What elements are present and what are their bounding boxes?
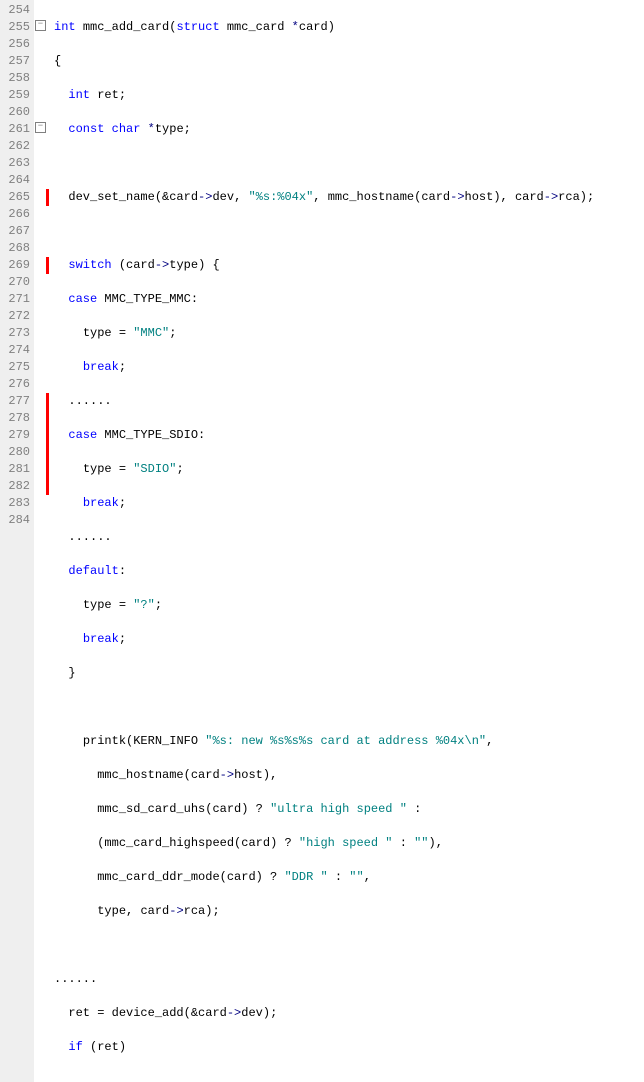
line-number: 259 (2, 87, 30, 104)
code-line (54, 699, 594, 716)
code-line: type = "SDIO"; (54, 461, 594, 478)
code-line: mmc_sd_card_uhs(card) ? "ultra high spee… (54, 801, 594, 818)
fold-toggle-icon[interactable]: − (35, 20, 46, 31)
code-line: break; (54, 359, 594, 376)
code-line: type, card->rca); (54, 903, 594, 920)
code-line: ...... (54, 393, 594, 410)
change-marker (46, 427, 49, 444)
code-line: break; (54, 631, 594, 648)
code-line: mmc_card_ddr_mode(card) ? "DDR " : "", (54, 869, 594, 886)
line-number: 279 (2, 427, 30, 444)
line-number: 271 (2, 291, 30, 308)
line-number: 261 (2, 121, 30, 138)
line-number: 266 (2, 206, 30, 223)
line-number: 258 (2, 70, 30, 87)
code-line: case MMC_TYPE_MMC: (54, 291, 594, 308)
line-number: 280 (2, 444, 30, 461)
code-line (54, 155, 594, 172)
code-line: const char *type; (54, 121, 594, 138)
change-marker (46, 410, 49, 427)
code-editor: 254 255 256 257 258 259 260 261 262 263 … (0, 0, 644, 1082)
code-line (54, 937, 594, 954)
change-marker (46, 393, 49, 410)
code-line: case MMC_TYPE_SDIO: (54, 427, 594, 444)
line-number: 273 (2, 325, 30, 342)
line-number: 256 (2, 36, 30, 53)
code-line: type = "MMC"; (54, 325, 594, 342)
line-number: 278 (2, 410, 30, 427)
line-number: 254 (2, 2, 30, 19)
change-marker (46, 444, 49, 461)
code-line: int mmc_add_card(struct mmc_card *card) (54, 19, 594, 36)
line-number: 272 (2, 308, 30, 325)
line-number: 281 (2, 461, 30, 478)
line-number: 275 (2, 359, 30, 376)
line-number: 260 (2, 104, 30, 121)
line-number: 268 (2, 240, 30, 257)
line-number: 257 (2, 53, 30, 70)
change-marker (46, 257, 49, 274)
change-marker (46, 478, 49, 495)
code-line: default: (54, 563, 594, 580)
line-number: 255 (2, 19, 30, 36)
code-line: int ret; (54, 87, 594, 104)
line-number: 270 (2, 274, 30, 291)
code-line: printk(KERN_INFO "%s: new %s%s%s card at… (54, 733, 594, 750)
change-marker (46, 189, 49, 206)
fold-toggle-icon[interactable]: − (35, 122, 46, 133)
change-marker-column (46, 0, 50, 1082)
code-line: dev_set_name(&card->dev, "%s:%04x", mmc_… (54, 189, 594, 206)
code-line: ret = device_add(&card->dev); (54, 1005, 594, 1022)
line-number: 264 (2, 172, 30, 189)
line-number: 284 (2, 512, 30, 529)
line-number: 274 (2, 342, 30, 359)
code-line (54, 223, 594, 240)
line-number: 263 (2, 155, 30, 172)
line-number: 282 (2, 478, 30, 495)
line-number: 262 (2, 138, 30, 155)
change-marker (46, 461, 49, 478)
line-number: 283 (2, 495, 30, 512)
line-number: 277 (2, 393, 30, 410)
code-line: type = "?"; (54, 597, 594, 614)
code-line: switch (card->type) { (54, 257, 594, 274)
line-number: 276 (2, 376, 30, 393)
line-number: 269 (2, 257, 30, 274)
line-number-gutter: 254 255 256 257 258 259 260 261 262 263 … (0, 0, 34, 1082)
code-line: ...... (54, 529, 594, 546)
code-line: (mmc_card_highspeed(card) ? "high speed … (54, 835, 594, 852)
line-number: 267 (2, 223, 30, 240)
code-line: { (54, 53, 594, 70)
code-content[interactable]: int mmc_add_card(struct mmc_card *card) … (50, 0, 594, 1082)
code-line: break; (54, 495, 594, 512)
line-number: 265 (2, 189, 30, 206)
fold-column: − − (34, 0, 46, 1082)
code-line: ...... (54, 971, 594, 988)
code-line: if (ret) (54, 1039, 594, 1056)
code-line: } (54, 665, 594, 682)
code-line: mmc_hostname(card->host), (54, 767, 594, 784)
